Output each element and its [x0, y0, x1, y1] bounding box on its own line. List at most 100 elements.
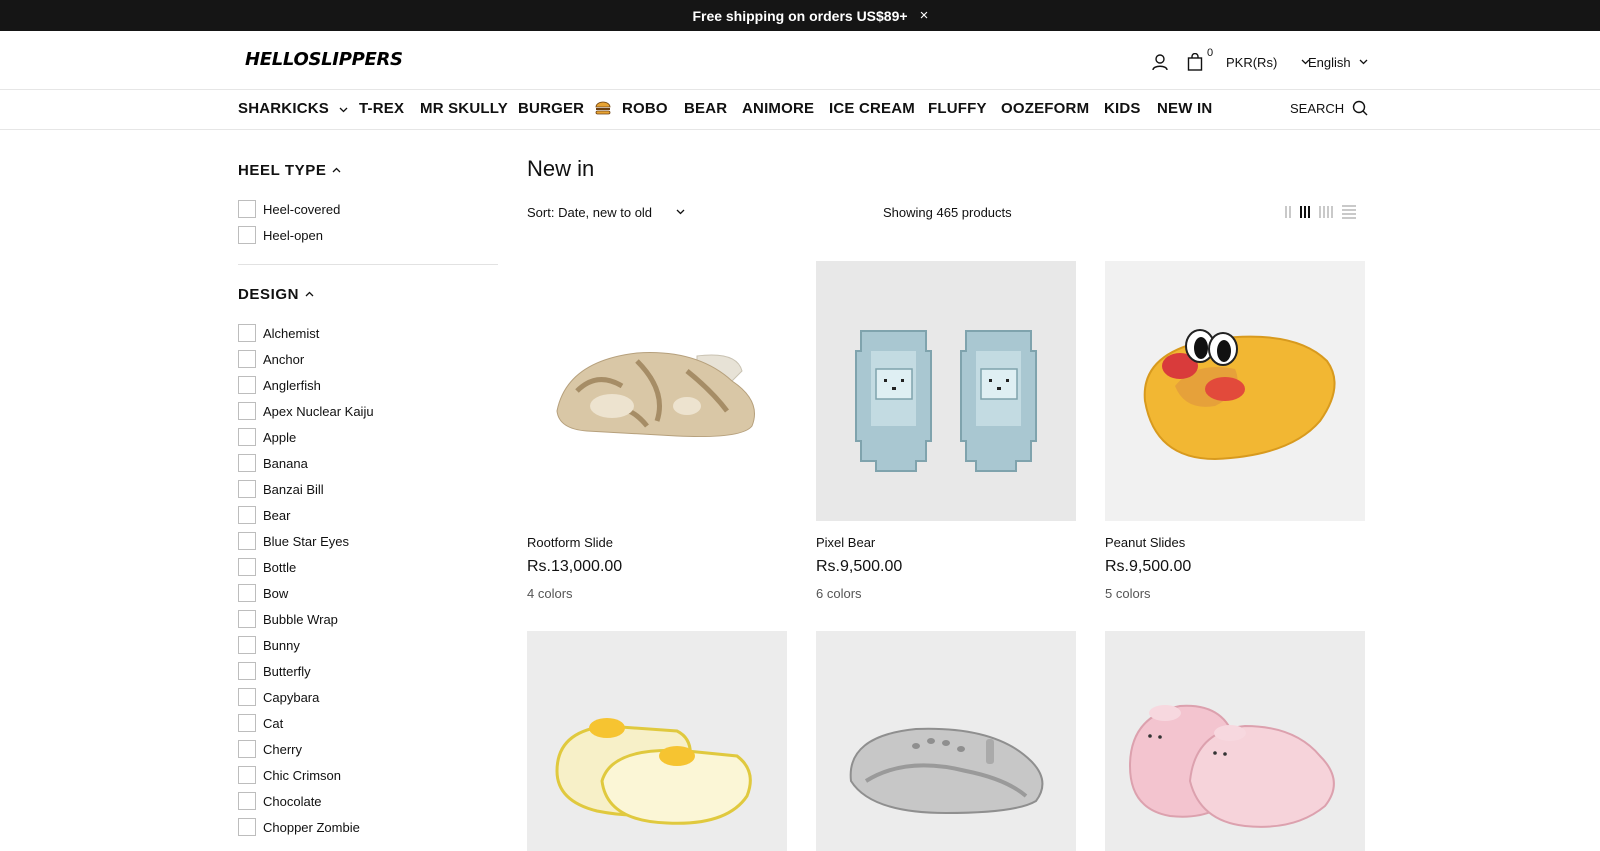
site-header: HELLOSLIPPERS 0 PKR(Rs) English [0, 31, 1600, 90]
nav-item-robo[interactable]: ROBO [622, 100, 668, 117]
nav-item-new-in[interactable]: NEW IN [1157, 100, 1212, 117]
checkbox[interactable] [238, 584, 256, 602]
filter-option[interactable]: Apex Nuclear Kaiju [238, 401, 374, 421]
filter-option[interactable]: Chic Crimson [238, 765, 341, 785]
filter-option[interactable]: Bottle [238, 557, 296, 577]
grid-3-columns-icon[interactable] [1300, 206, 1310, 218]
filter-option[interactable]: Butterfly [238, 661, 311, 681]
nav-item-oozeform[interactable]: OOZEFORM [1001, 100, 1089, 117]
product-name[interactable]: Pixel Bear [816, 535, 875, 550]
filter-option[interactable]: Bunny [238, 635, 300, 655]
filter-option[interactable]: Heel-covered [238, 199, 340, 219]
burger-icon [595, 101, 610, 115]
checkbox[interactable] [238, 402, 256, 420]
checkbox[interactable] [238, 714, 256, 732]
product-image[interactable] [527, 261, 787, 521]
checkbox[interactable] [238, 454, 256, 472]
filter-option[interactable]: Bubble Wrap [238, 609, 338, 629]
checkbox[interactable] [238, 226, 256, 244]
grid-view-toggles [1285, 205, 1356, 219]
checkbox[interactable] [238, 558, 256, 576]
nav-item-ice-cream[interactable]: ICE CREAM [829, 100, 915, 117]
product-price: Rs.9,500.00 [816, 558, 903, 575]
filter-option-label: Chopper Zombie [263, 819, 360, 835]
checkbox[interactable] [238, 532, 256, 550]
filter-option-label: Chocolate [263, 793, 322, 809]
grid-4-columns-icon[interactable] [1319, 206, 1333, 218]
filter-option[interactable]: Banana [238, 453, 308, 473]
filter-option[interactable]: Cat [238, 713, 283, 733]
product-colors[interactable]: 4 colors [527, 586, 573, 601]
sort-dropdown[interactable]: Sort: Date, new to old [527, 205, 685, 220]
checkbox[interactable] [238, 324, 256, 342]
filter-option[interactable]: Chocolate [238, 791, 322, 811]
grid-2-columns-icon[interactable] [1285, 206, 1291, 218]
filter-option[interactable]: Heel-open [238, 225, 323, 245]
announcement-bar: Free shipping on orders US$89+ × [0, 0, 1600, 31]
checkbox[interactable] [238, 428, 256, 446]
divider [238, 264, 498, 265]
checkbox[interactable] [238, 662, 256, 680]
filter-option[interactable]: Cherry [238, 739, 302, 759]
filter-option-label: Banzai Bill [263, 481, 324, 497]
filter-option[interactable]: Blue Star Eyes [238, 531, 349, 551]
nav-item-animore[interactable]: ANIMORE [742, 100, 814, 117]
product-image[interactable] [1105, 631, 1365, 851]
product-image[interactable] [816, 631, 1076, 851]
chevron-down-icon [1359, 57, 1368, 68]
checkbox[interactable] [238, 350, 256, 368]
product-count: Showing 465 products [883, 205, 1012, 220]
product-colors[interactable]: 5 colors [1105, 586, 1151, 601]
page-title: New in [527, 156, 595, 181]
currency-selector[interactable]: PKR(Rs) [1226, 49, 1310, 75]
product-name[interactable]: Rootform Slide [527, 535, 613, 550]
filter-option[interactable]: Banzai Bill [238, 479, 324, 499]
site-logo[interactable]: HELLOSLIPPERS [245, 49, 403, 70]
filter-design-toggle[interactable]: DESIGN [238, 286, 314, 303]
filter-option[interactable]: Anglerfish [238, 375, 321, 395]
nav-item-bear[interactable]: BEAR [684, 100, 727, 117]
account-button[interactable] [1151, 49, 1173, 75]
product-name[interactable]: Peanut Slides [1105, 535, 1185, 550]
product-image[interactable] [816, 261, 1076, 521]
filter-option[interactable]: Chopper Zombie [238, 817, 360, 837]
product-image[interactable] [527, 631, 787, 851]
checkbox[interactable] [238, 818, 256, 836]
filter-option-label: Bunny [263, 637, 300, 653]
language-selector[interactable]: English [1308, 49, 1388, 75]
checkbox[interactable] [238, 740, 256, 758]
checkbox[interactable] [238, 792, 256, 810]
nav-item-sharkicks[interactable]: SHARKICKS [238, 100, 348, 117]
checkbox[interactable] [238, 200, 256, 218]
filter-option[interactable]: Apple [238, 427, 296, 447]
nav-item-t-rex[interactable]: T-REX [359, 100, 404, 117]
product-colors[interactable]: 6 colors [816, 586, 862, 601]
egg-slides-image [555, 718, 752, 825]
cart-button[interactable]: 0 [1187, 47, 1221, 75]
checkbox[interactable] [238, 688, 256, 706]
checkbox[interactable] [238, 766, 256, 784]
filter-heel-type-toggle[interactable]: HEEL TYPE [238, 162, 341, 179]
checkbox[interactable] [238, 636, 256, 654]
sort-label: Sort: [527, 205, 555, 220]
close-icon[interactable]: × [915, 6, 933, 24]
nav-item-fluffy[interactable]: FLUFFY [928, 100, 987, 117]
nav-item-burger[interactable]: BURGER [518, 100, 611, 117]
checkbox[interactable] [238, 506, 256, 524]
filter-option[interactable]: Bow [238, 583, 288, 603]
search-button[interactable]: SEARCH [1290, 100, 1368, 116]
nav-item-kids[interactable]: KIDS [1104, 100, 1141, 117]
filter-option[interactable]: Anchor [238, 349, 304, 369]
filter-option-label: Blue Star Eyes [263, 533, 349, 549]
product-image[interactable] [1105, 261, 1365, 521]
filter-option-label: Anglerfish [263, 377, 321, 393]
filter-option[interactable]: Bear [238, 505, 290, 525]
list-view-icon[interactable] [1342, 205, 1356, 219]
nav-item-mr-skully[interactable]: MR SKULLY [420, 100, 508, 117]
filter-option[interactable]: Alchemist [238, 323, 319, 343]
checkbox[interactable] [238, 480, 256, 498]
checkbox[interactable] [238, 610, 256, 628]
filter-option[interactable]: Capybara [238, 687, 319, 707]
checkbox[interactable] [238, 376, 256, 394]
shopping-bag-icon [1187, 53, 1203, 71]
